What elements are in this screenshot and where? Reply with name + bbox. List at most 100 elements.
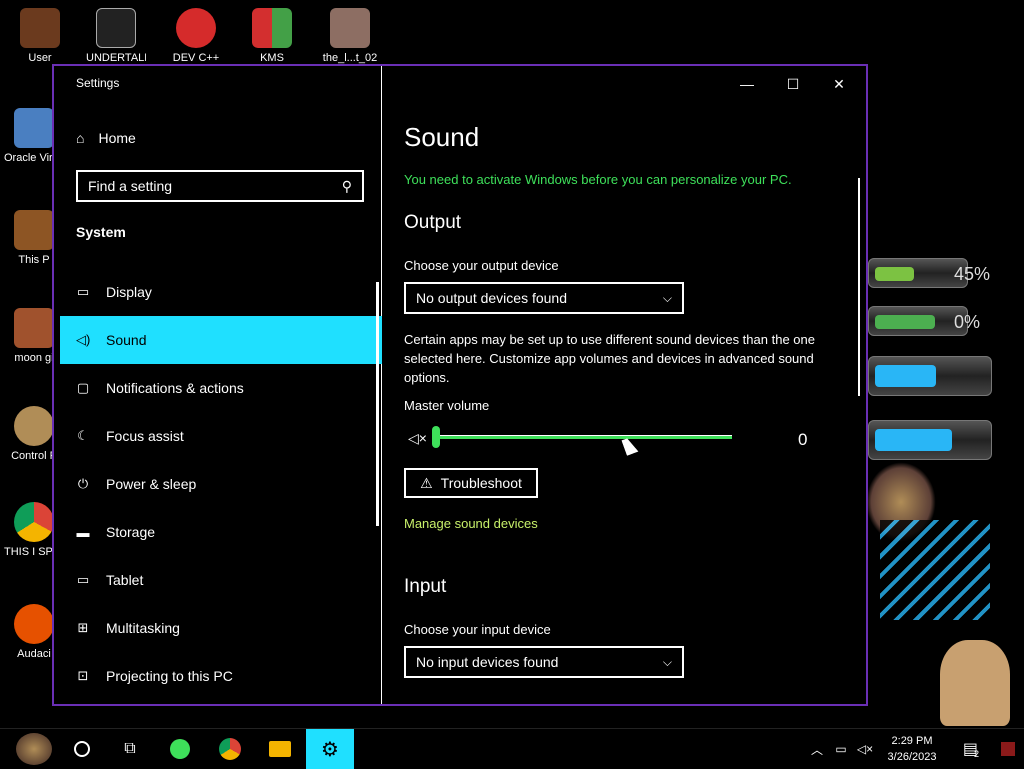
content-scrollbar[interactable]: [858, 178, 860, 396]
settings-nav-pane: Settings ⌂ Home Find a setting ⚲ System …: [54, 66, 382, 704]
nav-list: ▭ Display ◁) Sound ▢ Notifications & action…: [60, 268, 382, 700]
input-device-label: Choose your input device: [404, 622, 551, 637]
nav-item-label: Display: [106, 284, 152, 300]
control-panel-icon: [14, 406, 54, 446]
desktop-icon-portrait[interactable]: the_l...t_02: [320, 8, 380, 64]
taskbar: ⧉ ⚙ ︿ ▭ ◁× 2:29 PM 3/26/2023 ▤ 2: [0, 728, 1024, 769]
dropdown-value: No output devices found: [416, 290, 567, 306]
portrait-icon: [330, 8, 370, 48]
nav-item-projecting[interactable]: ⊡ Projecting to this PC: [60, 652, 382, 700]
gauge-percent: 45%: [954, 264, 991, 284]
taskbar-file-explorer[interactable]: [256, 729, 304, 769]
memory-gauge: [868, 306, 968, 336]
gauge-fill: [875, 315, 935, 329]
start-button[interactable]: [10, 729, 58, 769]
tubes-decoration: [880, 520, 990, 620]
input-heading: Input: [404, 576, 447, 597]
volume-muted-icon: ◁×: [856, 742, 874, 756]
notification-icon: ▢: [76, 380, 90, 395]
virtualbox-icon: [14, 108, 54, 148]
desktop-icon-devcpp[interactable]: DEV C++: [166, 8, 226, 64]
network-tray-icon[interactable]: ▭: [830, 729, 852, 769]
unity-icon: [96, 8, 136, 48]
shield-icon: [252, 8, 292, 48]
nav-item-focus-assist[interactable]: ☾ Focus assist: [60, 412, 382, 460]
search-icon[interactable]: ⚲: [342, 178, 352, 195]
nav-item-display[interactable]: ▭ Display: [60, 268, 382, 316]
nav-item-label: Projecting to this PC: [106, 668, 233, 684]
nav-item-label: Multitasking: [106, 620, 180, 636]
show-desktop-button[interactable]: [996, 729, 1020, 769]
nav-item-label: Storage: [106, 524, 156, 540]
show-hidden-icons-button[interactable]: ︿: [806, 729, 828, 769]
nav-item-sound[interactable]: ◁) Sound: [60, 316, 382, 364]
settings-window: Settings ⌂ Home Find a setting ⚲ System …: [52, 64, 868, 706]
sound-settings-pane: Sound You need to activate Windows befor…: [404, 66, 864, 704]
speaker-icon: ◁): [76, 332, 91, 347]
manage-sound-devices-link[interactable]: Manage sound devices: [404, 516, 538, 531]
desktop-icon-kms[interactable]: KMS: [242, 8, 302, 64]
app-tray-icon: [1001, 742, 1015, 756]
nav-item-label: Notifications & actions: [106, 380, 244, 396]
power-icon: ⏻: [77, 476, 89, 491]
section-title: System: [76, 224, 126, 240]
network-icon: ▭: [835, 742, 847, 756]
clock-time: 2:29 PM: [891, 735, 933, 747]
gauge-fill: [875, 429, 952, 451]
master-volume-row: ◁× 0: [404, 426, 824, 456]
notes-app-icon: [170, 739, 190, 759]
disk-gauge: [868, 356, 992, 396]
task-view-button[interactable]: ⧉: [106, 729, 154, 769]
volume-slider-thumb[interactable]: [432, 426, 440, 448]
find-setting-search[interactable]: Find a setting ⚲: [76, 170, 364, 202]
audacity-icon: [14, 604, 54, 644]
start-icon: [16, 733, 52, 765]
cortana-button[interactable]: [58, 729, 106, 769]
nav-scrollbar[interactable]: [376, 282, 379, 526]
taskbar-chrome[interactable]: [206, 729, 254, 769]
input-device-dropdown[interactable]: No input devices found ⌵: [404, 646, 684, 678]
desktop-icon-label: UNDERTALE Enhanced: [86, 52, 146, 64]
page-title: Sound: [404, 122, 480, 152]
master-volume-label: Master volume: [404, 398, 490, 413]
nav-item-storage[interactable]: ▬ Storage: [60, 508, 382, 556]
taskbar-settings[interactable]: ⚙: [306, 729, 354, 769]
chrome-icon: [219, 738, 241, 760]
volume-tray-icon[interactable]: ◁×: [854, 729, 876, 769]
nav-item-power-sleep[interactable]: ⏻ Power & sleep: [60, 460, 382, 508]
desktop-icon-user[interactable]: User: [10, 8, 70, 64]
gauge-percent: 0%: [954, 312, 981, 332]
output-device-dropdown[interactable]: No output devices found ⌵: [404, 282, 684, 314]
troubleshoot-label: Troubleshoot: [440, 475, 522, 491]
devcpp-icon: [176, 8, 216, 48]
troubleshoot-button[interactable]: ⚠ Troubleshoot: [404, 468, 538, 498]
mute-icon[interactable]: ◁×: [408, 430, 427, 447]
network-gauge: [868, 420, 992, 460]
nav-item-multitasking[interactable]: ⊞ Multitasking: [60, 604, 382, 652]
taskbar-notes-app[interactable]: [156, 729, 204, 769]
folder-icon: [269, 741, 291, 757]
desktop-icon-label: DEV C++: [172, 52, 220, 64]
desktop-icon-undertale[interactable]: UNDERTALE Enhanced: [86, 8, 146, 64]
home-link[interactable]: ⌂ Home: [76, 130, 136, 146]
desktop-icon-label: the_l...t_02: [322, 52, 378, 64]
window-title: Settings: [76, 76, 120, 90]
action-center-button[interactable]: ▤ 2: [956, 729, 986, 769]
nav-item-notifications[interactable]: ▢ Notifications & actions: [60, 364, 382, 412]
volume-value: 0: [798, 430, 808, 449]
chevron-down-icon: ⌵: [662, 290, 672, 305]
search-input[interactable]: Find a setting: [88, 178, 172, 194]
desktop-icon-label: KMS: [260, 52, 284, 64]
home-icon: ⌂: [76, 130, 85, 146]
desktop-icon-label: User: [28, 52, 52, 64]
chrome-icon: [14, 502, 54, 542]
multitasking-icon: ⊞: [77, 620, 89, 635]
volume-slider-track[interactable]: [438, 435, 732, 439]
tablet-icon: ▭: [76, 572, 90, 587]
folder-icon: [14, 308, 54, 348]
nav-item-tablet[interactable]: ▭ Tablet: [60, 556, 382, 604]
notification-count: 2: [974, 749, 980, 759]
title-bar[interactable]: Settings: [54, 66, 381, 98]
taskbar-clock[interactable]: 2:29 PM 3/26/2023: [880, 733, 944, 765]
gear-icon: ⚙: [321, 738, 339, 761]
